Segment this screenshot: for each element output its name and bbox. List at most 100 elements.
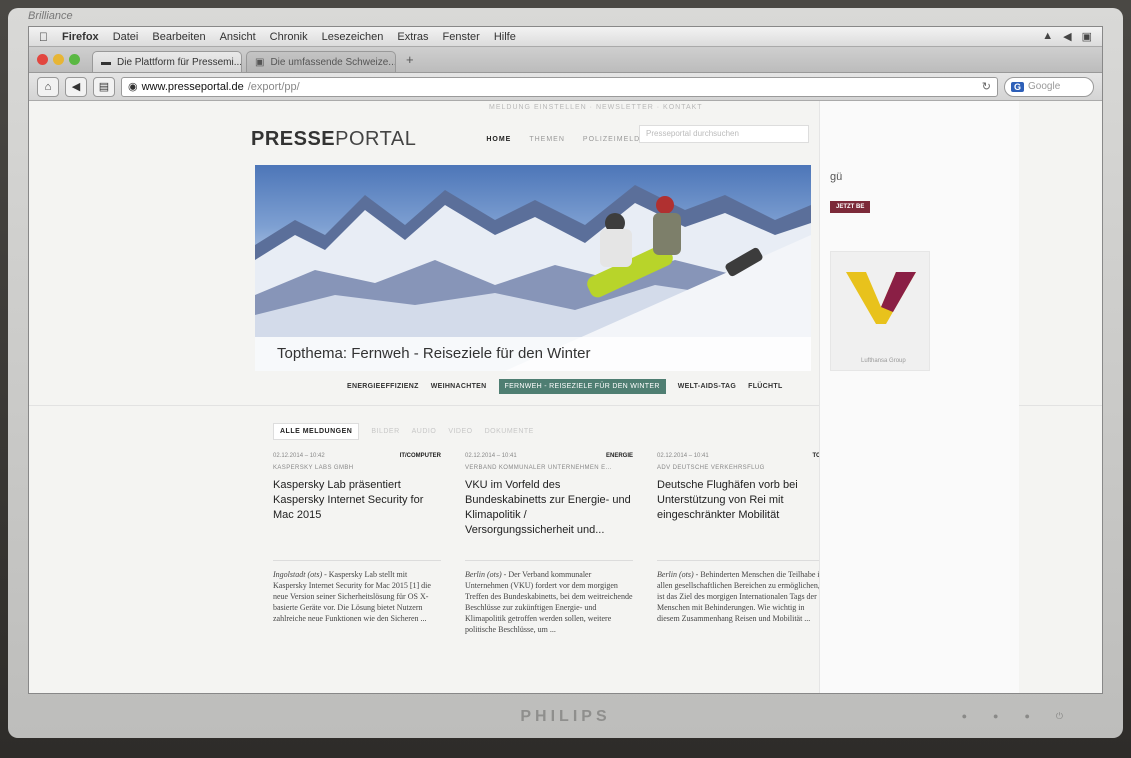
- topic-welt-aids-tag[interactable]: WELT-AIDS-TAG: [678, 383, 736, 390]
- menu-bearbeiten[interactable]: Bearbeiten: [152, 31, 205, 43]
- card-source[interactable]: KASPERSKY LABS GMBH: [273, 465, 441, 471]
- card-rule: [273, 560, 441, 561]
- card-title[interactable]: Kaspersky Lab präsentiert Kaspersky Inte…: [273, 478, 441, 546]
- card-source[interactable]: VERBAND KOMMUNALER UNTERNEHMEN E...: [465, 465, 633, 471]
- menu-extras[interactable]: Extras: [397, 31, 428, 43]
- favicon-icon: ▣: [255, 56, 265, 68]
- right-sidebar: gü JETZT BE Lufthansa Group: [819, 101, 1019, 693]
- monitor-buttons: ● ● ● ⏻: [962, 711, 1063, 722]
- url-path: /export/pp/: [247, 80, 300, 93]
- sidebar-ad-label: Lufthansa Group: [861, 358, 906, 364]
- monitor-button-icon[interactable]: ●: [1024, 711, 1029, 722]
- favicon-icon: ▬: [101, 56, 111, 68]
- utility-links[interactable]: MELDUNG EINSTELLEN · NEWSLETTER · KONTAK…: [489, 104, 703, 111]
- menu-lesezeichen[interactable]: Lesezeichen: [322, 31, 384, 43]
- sidebar-cta-button[interactable]: JETZT BE: [830, 201, 871, 213]
- home-button[interactable]: ⌂: [37, 76, 59, 97]
- sidebar-ad[interactable]: Lufthansa Group: [830, 251, 930, 371]
- menu-chronik[interactable]: Chronik: [270, 31, 308, 43]
- menubar-status: ▲ ◀ ▣: [1042, 30, 1092, 43]
- card-date: 02.12.2014 – 10:41: [465, 453, 517, 459]
- card-title[interactable]: Deutsche Flughäfen vorb bei Unterstützun…: [657, 478, 825, 546]
- window-controls: [37, 54, 80, 65]
- monitor-button-icon[interactable]: ●: [962, 711, 967, 722]
- filter-video[interactable]: VIDEO: [448, 428, 472, 435]
- topic-bar: ENERGIEEFFIZIENZ WEIHNACHTEN FERNWEH - R…: [347, 379, 783, 394]
- card-date: 02.12.2014 – 10:42: [273, 453, 325, 459]
- minimize-window-icon[interactable]: [53, 54, 64, 65]
- menu-app-name[interactable]: Firefox: [62, 31, 99, 43]
- card-teaser: Berlin (ots) - Der Verband kommunaler Un…: [465, 569, 633, 635]
- nav-home[interactable]: HOME: [486, 136, 511, 143]
- card-title[interactable]: VKU im Vorfeld des Bundeskabinetts zur E…: [465, 478, 633, 546]
- presseportal-logo[interactable]: PRESSEPORTAL: [251, 128, 416, 151]
- site-search-input[interactable]: Presseportal durchsuchen: [639, 125, 809, 143]
- card-meta: 02.12.2014 – 10:41 TOU: [657, 453, 825, 459]
- monitor: Brilliance  Firefox Datei Bearbeiten An…: [0, 0, 1131, 758]
- teaser-place: Berlin (ots): [465, 570, 502, 579]
- teaser-place: Ingolstadt (ots): [273, 570, 323, 579]
- teaser-place: Berlin (ots): [657, 570, 694, 579]
- content-filters: ALLE MELDUNGEN BILDER AUDIO VIDEO DOKUME…: [273, 423, 534, 440]
- topic-energieeffizienz[interactable]: ENERGIEEFFIZIENZ: [347, 383, 419, 390]
- menubar:  Firefox Datei Bearbeiten Ansicht Chron…: [29, 27, 1102, 47]
- monitor-bezel: Brilliance  Firefox Datei Bearbeiten An…: [8, 8, 1123, 738]
- tab-bar: ▬ Die Plattform für Pressemi... × ▣ Die …: [29, 47, 1102, 73]
- card-teaser: Berlin (ots) - Behinderten Menschen die …: [657, 569, 825, 624]
- topic-fernweh[interactable]: FERNWEH - REISEZIELE FÜR DEN WINTER: [498, 379, 666, 394]
- teaser-text: - Der Verband kommunaler Unternehmen (VK…: [465, 570, 633, 634]
- apple-icon[interactable]: : [39, 30, 48, 44]
- filter-audio[interactable]: AUDIO: [412, 428, 437, 435]
- reload-icon[interactable]: ↻: [982, 80, 991, 93]
- menu-datei[interactable]: Datei: [113, 31, 139, 43]
- card-category[interactable]: ENERGIE: [606, 453, 633, 459]
- display-icon[interactable]: ▣: [1082, 30, 1092, 43]
- page-content: MELDUNG EINSTELLEN · NEWSLETTER · KONTAK…: [29, 101, 1102, 693]
- germanwings-logo-icon: [846, 272, 916, 324]
- news-card[interactable]: 02.12.2014 – 10:41 TOU ADV DEUTSCHE VERK…: [657, 453, 825, 635]
- filter-bilder[interactable]: BILDER: [371, 428, 399, 435]
- hero-banner[interactable]: Topthema: Fernweh - Reiseziele für den W…: [255, 165, 811, 371]
- bookmarks-button[interactable]: ▤: [93, 76, 115, 97]
- menu-hilfe[interactable]: Hilfe: [494, 31, 516, 43]
- url-bar[interactable]: ◉ www.presseportal.de/export/pp/ ↻: [121, 76, 998, 97]
- card-meta: 02.12.2014 – 10:42 IT/COMPUTER: [273, 453, 441, 459]
- tab-second[interactable]: ▣ Die umfassende Schweize... ×: [246, 51, 396, 72]
- power-icon[interactable]: ⏻: [1056, 711, 1063, 722]
- topic-fluechtlinge[interactable]: FLÜCHTL: [748, 383, 782, 390]
- tab-presseportal[interactable]: ▬ Die Plattform für Pressemi... ×: [92, 51, 242, 72]
- wifi-icon[interactable]: ▲: [1042, 30, 1053, 43]
- web-search-box[interactable]: G Google: [1004, 76, 1094, 97]
- card-category[interactable]: IT/COMPUTER: [400, 453, 441, 459]
- card-date: 02.12.2014 – 10:41: [657, 453, 709, 459]
- card-rule: [465, 560, 633, 561]
- logo-rest: PORTAL: [335, 127, 417, 150]
- url-host: www.presseportal.de: [141, 80, 244, 93]
- site-identity-icon[interactable]: ◉: [128, 80, 138, 93]
- new-tab-button[interactable]: +: [400, 52, 420, 67]
- filter-dokumente[interactable]: DOKUMENTE: [485, 428, 534, 435]
- web-search-placeholder: Google: [1028, 81, 1061, 92]
- search-engine-icon[interactable]: G: [1011, 81, 1025, 92]
- screen:  Firefox Datei Bearbeiten Ansicht Chron…: [28, 26, 1103, 694]
- card-teaser: Ingolstadt (ots) - Kaspersky Lab stellt …: [273, 569, 441, 624]
- hero-caption: Topthema: Fernweh - Reiseziele für den W…: [255, 337, 811, 371]
- monitor-button-icon[interactable]: ●: [993, 711, 998, 722]
- news-card[interactable]: 02.12.2014 – 10:41 ENERGIE VERBAND KOMMU…: [465, 453, 633, 635]
- card-source[interactable]: ADV DEUTSCHE VERKEHRSFLUG: [657, 465, 825, 471]
- zoom-window-icon[interactable]: [69, 54, 80, 65]
- filter-alle-meldungen[interactable]: ALLE MELDUNGEN: [273, 423, 360, 440]
- menu-ansicht[interactable]: Ansicht: [220, 31, 256, 43]
- news-card[interactable]: 02.12.2014 – 10:42 IT/COMPUTER KASPERSKY…: [273, 453, 441, 635]
- card-meta: 02.12.2014 – 10:41 ENERGIE: [465, 453, 633, 459]
- back-button[interactable]: ◀: [65, 76, 87, 97]
- volume-icon[interactable]: ◀: [1063, 30, 1071, 43]
- close-window-icon[interactable]: [37, 54, 48, 65]
- sidebar-heading: gü: [830, 171, 843, 183]
- menu-fenster[interactable]: Fenster: [443, 31, 480, 43]
- news-list: 02.12.2014 – 10:42 IT/COMPUTER KASPERSKY…: [273, 453, 825, 635]
- topic-weihnachten[interactable]: WEIHNACHTEN: [431, 383, 487, 390]
- tab-title: Die umfassende Schweize...: [270, 56, 396, 68]
- nav-themen[interactable]: THEMEN: [529, 136, 565, 143]
- nav-bar: ⌂ ◀ ▤ ◉ www.presseportal.de/export/pp/ ↻…: [29, 73, 1102, 101]
